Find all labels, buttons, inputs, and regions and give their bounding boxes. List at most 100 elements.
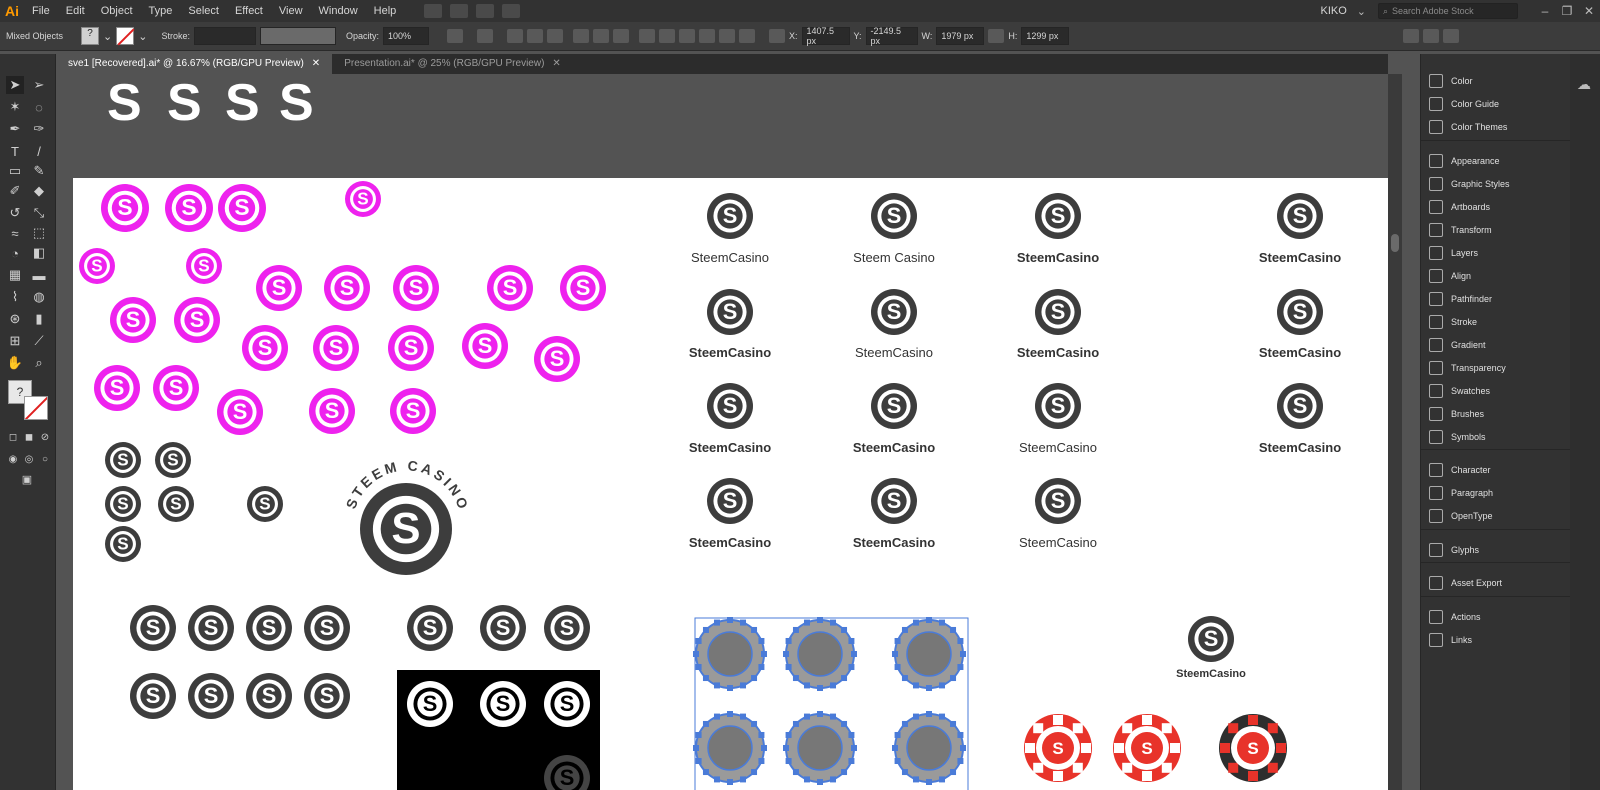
rectangle-tool-icon[interactable]: ▭ (6, 162, 24, 180)
panel-paragraph[interactable]: Paragraph (1429, 483, 1493, 503)
transform-panel-icon[interactable] (1403, 29, 1420, 43)
distribute-hcenter-icon[interactable] (719, 29, 735, 43)
screen-mode-icon[interactable]: ▣ (18, 470, 36, 488)
menu-effect[interactable]: Effect (227, 0, 271, 22)
magenta-logo-7[interactable]: S (256, 265, 302, 311)
artboard-tool-icon[interactable]: ⊞ (6, 332, 24, 350)
close-tab-icon[interactable]: ✕ (312, 58, 320, 69)
menu-file[interactable]: File (24, 0, 58, 22)
magenta-logo-14[interactable]: S (242, 325, 288, 371)
magenta-logo-10[interactable]: S (487, 265, 533, 311)
small-dark-logo-1[interactable]: S (105, 442, 141, 478)
white-logo-2[interactable]: S (480, 681, 526, 727)
magenta-logo-18[interactable]: S (534, 336, 580, 382)
grid-dark-logo-6[interactable]: S (188, 673, 234, 719)
magenta-logo-3[interactable]: S (218, 184, 266, 232)
align-bottom-icon[interactable] (613, 29, 629, 43)
eyedropper-icon[interactable]: ⌇ (6, 288, 24, 306)
gradient-tool-icon[interactable]: ▬ (30, 266, 48, 284)
none-mode-icon[interactable]: ⊘ (36, 428, 54, 446)
row-dark-logo-3[interactable]: S (544, 605, 590, 651)
vertical-scrollbar[interactable] (1388, 74, 1402, 790)
steemcasino-logo-single[interactable]: S (1188, 616, 1234, 662)
red-casino-chip-1[interactable]: S (1024, 714, 1092, 782)
fill-swatch[interactable]: ? (81, 27, 100, 45)
align-center-icon[interactable] (527, 29, 543, 43)
menu-edit[interactable]: Edit (58, 0, 93, 22)
panel-symbols[interactable]: Symbols (1429, 427, 1486, 447)
panel-color[interactable]: Color (1429, 71, 1473, 91)
free-transform-icon[interactable]: ⬚ (30, 224, 48, 242)
panel-align[interactable]: Align (1429, 266, 1471, 286)
shape-builder-icon[interactable]: ◔ (6, 244, 24, 262)
w-field[interactable]: 1979 px (936, 27, 985, 45)
draw-inside-icon[interactable]: ○ (36, 450, 54, 468)
steemcasino-logo-r4c2[interactable]: S (871, 478, 917, 524)
stroke-swatch[interactable] (116, 27, 135, 45)
perspective-grid-icon[interactable]: ◧ (30, 244, 48, 262)
steemcasino-logo-r2c4[interactable]: S (1277, 289, 1323, 335)
chevron-down-icon[interactable]: ⌄ (103, 30, 112, 43)
grid-dark-logo-1[interactable]: S (130, 605, 176, 651)
constrain-proportions-icon[interactable] (988, 29, 1005, 43)
panel-stroke[interactable]: Stroke (1429, 312, 1477, 332)
hand-tool-icon[interactable]: ✋ (6, 354, 24, 372)
pen-tool-icon[interactable]: ✒ (6, 120, 24, 138)
close-window-button[interactable]: ✕ (1578, 4, 1600, 18)
white-logo-3[interactable]: S (544, 681, 590, 727)
menu-object[interactable]: Object (93, 0, 141, 22)
stroke-weight-field[interactable] (193, 27, 256, 45)
scroll-thumb[interactable] (1391, 234, 1399, 252)
shaper-tool-icon[interactable]: ✐ (6, 182, 24, 200)
fill-stroke-widget[interactable]: ? (8, 380, 50, 424)
panel-transform[interactable]: Transform (1429, 220, 1492, 240)
eraser-icon[interactable]: ◆ (30, 182, 48, 200)
opacity-field[interactable]: 100% (383, 27, 429, 45)
recolor-artwork-icon[interactable] (447, 29, 463, 43)
magenta-logo-6[interactable]: S (186, 248, 222, 284)
grid-dark-logo-4[interactable]: S (304, 605, 350, 651)
scale-tool-icon[interactable]: ⤡ (30, 204, 48, 222)
magenta-logo-1[interactable]: S (101, 184, 149, 232)
menu-select[interactable]: Select (180, 0, 227, 22)
zoom-tool-icon[interactable]: ⌕ (30, 354, 48, 372)
slice-tool-icon[interactable]: ⟋ (30, 332, 48, 350)
panel-brushes[interactable]: Brushes (1429, 404, 1484, 424)
magenta-logo-12[interactable]: S (110, 297, 156, 343)
curvature-tool-icon[interactable]: ✑ (30, 120, 48, 138)
menu-help[interactable]: Help (366, 0, 405, 22)
magenta-logo-15[interactable]: S (313, 325, 359, 371)
chevron-down-icon[interactable]: ⌄ (1357, 5, 1366, 18)
panel-asset-export[interactable]: Asset Export (1429, 573, 1502, 593)
distribute-bottom-icon[interactable] (679, 29, 695, 43)
blend-tool-icon[interactable]: ◍ (30, 288, 48, 306)
panel-color-themes[interactable]: Color Themes (1429, 117, 1507, 137)
align-right-icon[interactable] (547, 29, 563, 43)
steemcasino-logo-r2c1[interactable]: S (707, 289, 753, 335)
steem-casino-emblem[interactable]: S (360, 483, 452, 575)
maximize-button[interactable]: ❐ (1556, 4, 1578, 18)
type-tool-icon[interactable]: T (6, 142, 24, 160)
arrange-icon[interactable] (1423, 29, 1440, 43)
align-top-icon[interactable] (573, 29, 589, 43)
magenta-logo-17[interactable]: S (462, 323, 508, 369)
gpu-rocket-icon[interactable] (502, 4, 521, 18)
panel-actions[interactable]: Actions (1429, 607, 1481, 627)
magenta-logo-2[interactable]: S (165, 184, 213, 232)
lasso-icon[interactable]: ◌ (30, 98, 48, 116)
selected-chip-2[interactable] (783, 617, 857, 691)
selection-tool-icon[interactable]: ➤ (6, 76, 24, 94)
chevron-down-icon[interactable]: ⌄ (138, 30, 147, 43)
align-middle-icon[interactable] (593, 29, 609, 43)
canvas[interactable]: S S S S S S S S S S S S S S S S S S S S S S S S S S S S S S S S S S ST… (57, 74, 1388, 790)
symbol-sprayer-icon[interactable]: ⊛ (6, 310, 24, 328)
panel-layers[interactable]: Layers (1429, 243, 1478, 263)
steemcasino-logo-r1c2[interactable]: S (871, 193, 917, 239)
magic-wand-icon[interactable]: ✶ (6, 98, 24, 116)
close-tab-icon[interactable]: ✕ (552, 58, 560, 69)
cc-libraries-icon[interactable]: ☁ (1577, 76, 1591, 93)
panel-pathfinder[interactable]: Pathfinder (1429, 289, 1492, 309)
align-left-icon[interactable] (507, 29, 523, 43)
steemcasino-logo-r1c1[interactable]: S (707, 193, 753, 239)
steemcasino-logo-r4c1[interactable]: S (707, 478, 753, 524)
